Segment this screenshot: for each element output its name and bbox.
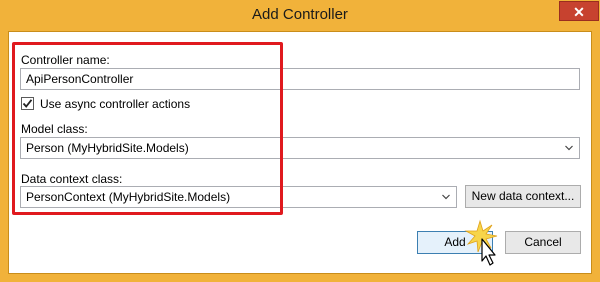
chevron-down-icon [442,194,450,200]
highlight-box [12,42,283,215]
close-icon: ✕ [573,4,585,20]
mouse-cursor-icon [464,219,498,266]
add-controller-dialog: Add Controller ✕ Controller name: ApiPer… [0,0,600,282]
dialog-body: Controller name: ApiPersonController Use… [8,31,592,274]
chevron-down-icon [565,145,573,151]
new-data-context-button[interactable]: New data context... [465,185,581,208]
dialog-title: Add Controller [252,6,348,23]
cancel-button[interactable]: Cancel [505,231,581,254]
title-bar: Add Controller ✕ [0,0,600,30]
close-button[interactable]: ✕ [559,1,599,21]
